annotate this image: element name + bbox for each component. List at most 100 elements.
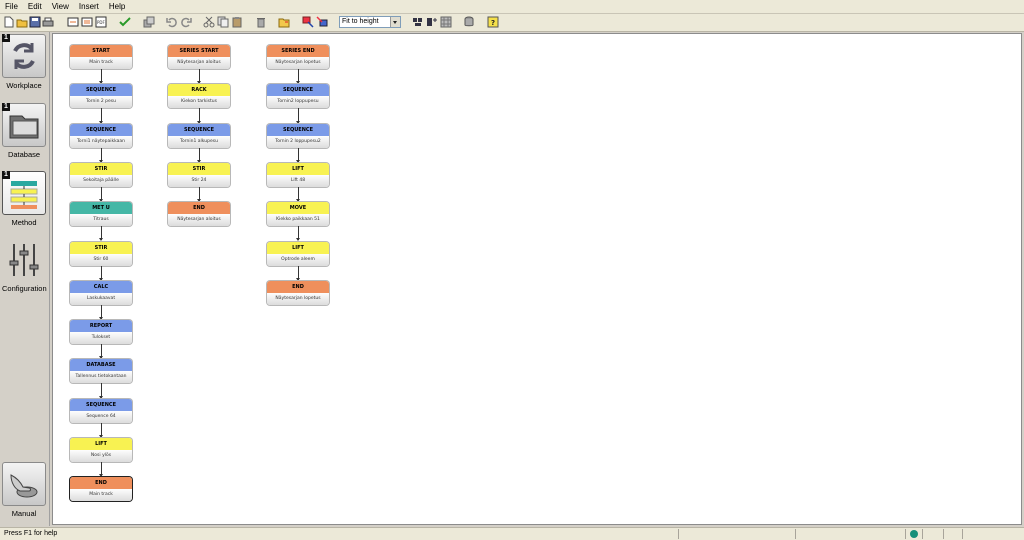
insert-icon[interactable]	[302, 16, 314, 28]
flow-node-calc[interactable]: CALC Laskukaavat	[70, 280, 132, 305]
sidebar-item-method[interactable]: 1 Method	[2, 171, 46, 227]
flow-node-lift[interactable]: LIFT Nosi ylös	[70, 438, 132, 462]
sidebar-item-configuration[interactable]: Configuration	[2, 239, 47, 293]
replace-icon[interactable]	[316, 16, 328, 28]
folder-icon	[9, 115, 39, 139]
menu-help[interactable]: Help	[104, 2, 130, 11]
node-label: Näytesarjan aloitus	[168, 57, 230, 69]
connector-arrow	[99, 422, 103, 439]
flow-node-met-u[interactable]: MET U Titraus	[70, 202, 132, 227]
database-icon[interactable]	[463, 16, 475, 28]
recycle-icon	[13, 43, 35, 69]
menu-edit[interactable]: Edit	[23, 2, 47, 11]
menu-insert[interactable]: Insert	[74, 2, 104, 11]
badge: 1	[2, 171, 10, 179]
new-icon[interactable]	[3, 16, 15, 28]
flow-node-stir[interactable]: STIR Sekoitaja päälle	[70, 162, 132, 187]
sidebar-item-database[interactable]: 1 Database	[2, 103, 46, 159]
status-bar: Press F1 for help	[0, 527, 1024, 540]
redo-icon[interactable]	[180, 16, 192, 28]
flow-node-series-end[interactable]: SERIES END Näytesarjan lopetus	[267, 45, 329, 69]
pdf-icon[interactable]: PDF	[95, 16, 107, 28]
folder-icon[interactable]	[278, 16, 290, 28]
flow-node-sequence[interactable]: SEQUENCE Tornin2 loppupesu	[267, 84, 329, 109]
node-label: Tulokset	[70, 332, 132, 345]
node-label: Nosi ylös	[70, 450, 132, 462]
node-type: LIFT	[267, 241, 329, 254]
delete-icon[interactable]	[255, 16, 267, 28]
flow-node-sequence[interactable]: SEQUENCE Torni1 näytepaikkaan	[70, 123, 132, 148]
export-icon[interactable]	[67, 16, 79, 28]
grid-icon[interactable]	[440, 16, 452, 28]
node-type: END	[70, 477, 132, 490]
open-icon[interactable]	[16, 16, 28, 28]
node-type: LIFT	[267, 162, 329, 175]
method-canvas[interactable]: START Main track SEQUENCE Tornin 2 pesu SEQU…	[52, 33, 1022, 525]
node-label: Näytesarjan lopetus	[267, 57, 329, 69]
zoom-out-icon[interactable]	[426, 16, 438, 28]
node-type: DATABASE	[70, 359, 132, 372]
connector-arrow	[296, 186, 300, 203]
flow-node-sequence[interactable]: SEQUENCE Tornin 2 pesu	[70, 84, 132, 109]
flow-node-end[interactable]: END Näytesarjan lopetus	[267, 280, 329, 305]
flow-node-report[interactable]: REPORT Tulokset	[70, 320, 132, 345]
flow-node-end[interactable]: END Näytesarjan aloitus	[168, 202, 230, 227]
sidebar-item-manual[interactable]: Manual	[2, 462, 46, 518]
node-label: Titraus	[70, 214, 132, 227]
cut-icon[interactable]	[203, 16, 215, 28]
sidebar-item-label: Manual	[11, 509, 37, 518]
undo-icon[interactable]	[166, 16, 178, 28]
flow-node-stir[interactable]: STIR Stir 60	[70, 241, 132, 266]
export-all-icon[interactable]	[81, 16, 93, 28]
paste-icon[interactable]	[231, 16, 243, 28]
node-label: Main track	[70, 489, 132, 502]
node-label: Tornin2 loppupesu	[267, 96, 329, 109]
status-pane	[922, 529, 923, 539]
flow-node-sequence[interactable]: SEQUENCE Tornin 2 loppupesu2	[267, 123, 329, 148]
node-type: SEQUENCE	[70, 398, 132, 411]
flow-node-database[interactable]: DATABASE Tallennus tietokantaan	[70, 359, 132, 384]
node-type: MET U	[70, 202, 132, 215]
connector-arrow	[99, 344, 103, 360]
flow-node-sequence[interactable]: SEQUENCE Sequence 64	[70, 398, 132, 423]
svg-text:?: ?	[491, 19, 495, 27]
node-label: Tornin1 alkupesu	[168, 135, 230, 148]
flow-node-sequence[interactable]: SEQUENCE Tornin1 alkupesu	[168, 123, 230, 148]
connector-arrow	[99, 108, 103, 124]
save-icon[interactable]	[29, 16, 41, 28]
flow-node-start[interactable]: START Main track	[70, 45, 132, 69]
flow-node-lift[interactable]: LIFT Optrode aleem	[267, 241, 329, 266]
node-label: Lift 48	[267, 174, 329, 187]
flow-node-series-start[interactable]: SERIES START Näytesarjan aloitus	[168, 45, 230, 69]
menu-file[interactable]: File	[0, 2, 23, 11]
flow-node-rack[interactable]: RACK Kiekon tarkistus	[168, 84, 230, 109]
flow-node-lift[interactable]: LIFT Lift 48	[267, 162, 329, 187]
copy-icon[interactable]	[217, 16, 229, 28]
flow-node-stir[interactable]: STIR Stir 24	[168, 162, 230, 187]
sidebar-item-workplace[interactable]: 1 Workplace	[2, 34, 46, 90]
connector-arrow	[99, 462, 103, 478]
flow-node-move[interactable]: MOVE Kiekko paikkaan 51	[267, 202, 329, 227]
node-type: STIR	[70, 241, 132, 254]
flow-node-end[interactable]: END Main track	[70, 477, 132, 502]
node-type: MOVE	[267, 202, 329, 215]
help-icon[interactable]: ?	[487, 16, 499, 28]
node-label: Tallennus tietokantaan	[70, 371, 132, 384]
node-type: STIR	[70, 162, 132, 175]
zoom-select[interactable]: Fit to height	[339, 16, 401, 28]
copy-block-icon[interactable]	[143, 16, 155, 28]
node-type: SERIES START	[168, 45, 230, 57]
menu-view[interactable]: View	[47, 2, 74, 11]
check-icon[interactable]	[119, 16, 131, 28]
connector-arrow	[99, 226, 103, 242]
chevron-down-icon[interactable]	[390, 17, 400, 27]
node-type: CALC	[70, 280, 132, 293]
sidebar-item-label: Workplace	[6, 81, 42, 90]
connector-arrow	[197, 69, 201, 85]
print-icon[interactable]	[42, 16, 54, 28]
node-label: Tornin 2 loppupesu2	[267, 135, 329, 148]
zoom-in-icon[interactable]	[412, 16, 424, 28]
node-label: Sekoitaja päälle	[70, 174, 132, 187]
badge: 1	[2, 34, 10, 42]
node-type: LIFT	[70, 438, 132, 450]
